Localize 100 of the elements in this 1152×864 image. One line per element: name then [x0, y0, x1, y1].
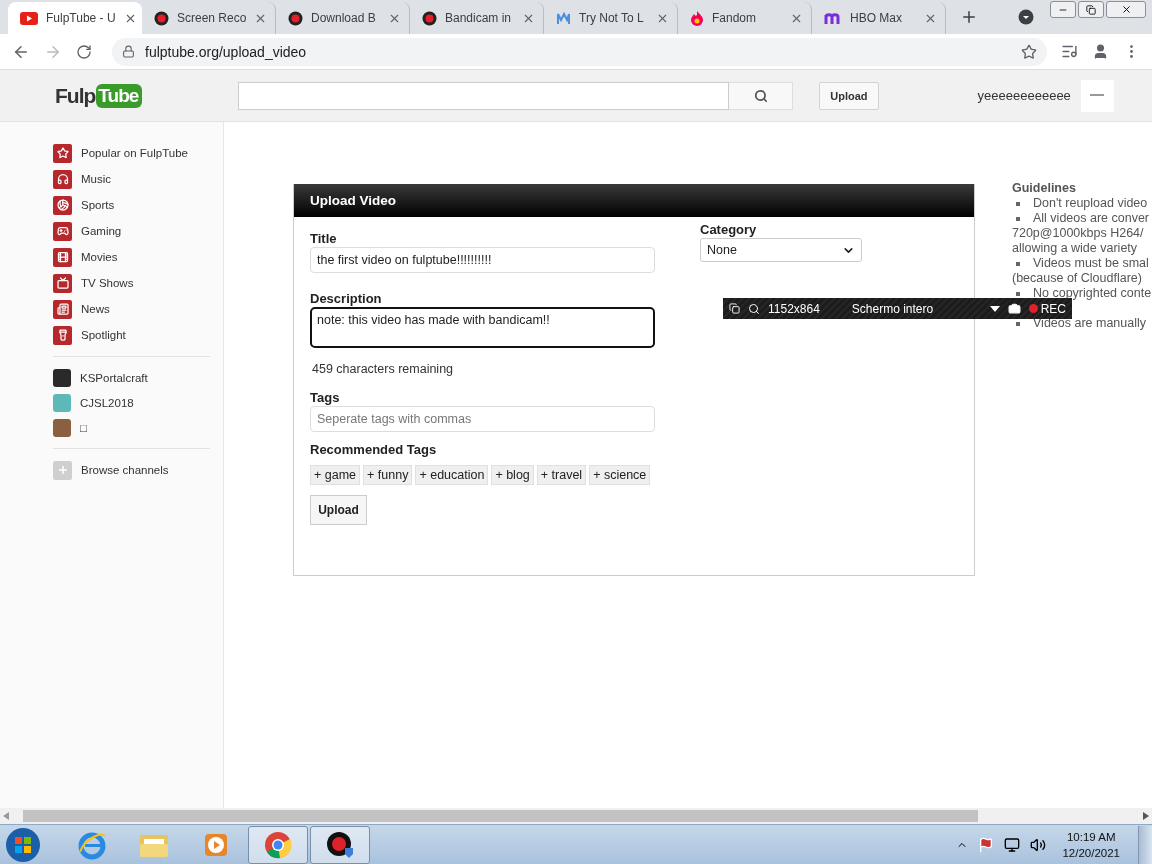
guideline-text: Don't reupload video: [1033, 196, 1148, 211]
search-icon[interactable]: [748, 302, 760, 315]
scroll-left-icon[interactable]: [3, 812, 9, 820]
tab-title: Screen Reco: [177, 11, 247, 25]
tab-title: Download B: [311, 11, 377, 25]
upload-button[interactable]: Upload: [819, 81, 879, 110]
newspaper-icon: [53, 299, 72, 319]
bullet-icon: [1016, 261, 1020, 266]
sidebar-item[interactable]: Sports: [53, 192, 223, 218]
address-bar[interactable]: fulptube.org/upload_video: [112, 37, 1047, 66]
browser-tab[interactable]: Screen Reco: [142, 2, 276, 34]
star-icon[interactable]: [1021, 43, 1037, 60]
browser-tab[interactable]: Bandicam in: [410, 2, 544, 34]
gamepad-icon: [53, 221, 72, 241]
flashlight-icon: [53, 325, 72, 345]
channel-item[interactable]: □: [53, 415, 223, 440]
sidebar-item[interactable]: Movies: [53, 244, 223, 270]
search-field[interactable]: [238, 81, 730, 110]
guideline-text: allowing a wide variety: [1012, 241, 1138, 256]
channel-item[interactable]: CJSL2018: [53, 390, 223, 415]
description-field[interactable]: note: this video has made with bandicam!!: [310, 307, 655, 348]
new-tab-icon[interactable]: [960, 8, 978, 26]
tags-field[interactable]: Seperate tags with commas: [310, 406, 655, 432]
close-icon: [1120, 4, 1132, 15]
browser-tab[interactable]: Try Not To L: [544, 2, 678, 34]
play-icon: [20, 11, 38, 25]
sidebar-item[interactable]: Gaming: [53, 218, 223, 244]
arches-icon: [824, 11, 842, 25]
tag-chip[interactable]: + game: [310, 465, 361, 485]
tag-chip[interactable]: + travel: [536, 465, 587, 485]
flame-icon: [690, 10, 704, 26]
browser-tab[interactable]: HBO Max: [812, 2, 946, 34]
bullet-icon: [1016, 201, 1020, 206]
browser-tab[interactable]: FulpTube - U: [8, 2, 142, 34]
username[interactable]: yeeeeeeeeeeee: [977, 88, 1071, 103]
flag-icon[interactable]: [978, 836, 995, 853]
record-button[interactable]: REC: [1028, 301, 1066, 316]
chrome-icon: [263, 829, 293, 860]
guidelines-heading: Guidelines: [1012, 181, 1077, 196]
tab-title: Bandicam in: [445, 11, 513, 25]
tab-title: FulpTube - U: [46, 11, 116, 25]
wave-icon: [556, 10, 571, 26]
network-icon[interactable]: [1004, 836, 1021, 853]
record-icon: [154, 10, 169, 26]
profile-icon[interactable]: [1092, 43, 1109, 60]
record-dot-icon: [1028, 304, 1038, 313]
field-label: Category: [700, 222, 758, 237]
title-field[interactable]: the first video on fulptube!!!!!!!!!!: [310, 247, 655, 273]
tab-title: Fandom: [712, 11, 758, 25]
headphones-icon: [53, 169, 72, 189]
guideline-text: (because of Cloudflare): [1012, 271, 1142, 286]
scroll-right-icon[interactable]: [1143, 812, 1149, 820]
bullet-icon: [1016, 321, 1020, 326]
panel-heading: Upload Video: [294, 184, 974, 217]
sidebar-item[interactable]: Music: [53, 166, 223, 192]
browse-channels-link[interactable]: Browse channels: [53, 457, 223, 483]
search-icon: [753, 88, 768, 103]
guideline-text: No copyrighted conte: [1033, 286, 1152, 301]
camera-icon[interactable]: [1007, 302, 1021, 315]
section-label: Recommended Tags: [310, 442, 438, 457]
tag-chip[interactable]: + blog: [491, 465, 534, 485]
field-label: Tags: [310, 390, 341, 405]
film-reel-icon: [53, 247, 72, 267]
windows-icon[interactable]: [729, 303, 740, 314]
browser-tab[interactable]: Fandom: [678, 2, 812, 34]
bullet-icon: [1016, 216, 1020, 221]
upload-button[interactable]: Upload: [310, 495, 367, 525]
tag-chip[interactable]: + funny: [363, 465, 413, 485]
restore-icon: [1086, 4, 1096, 15]
start-button[interactable]: [4, 825, 42, 864]
search-button[interactable]: [729, 81, 794, 110]
sidebar-item[interactable]: TV Shows: [53, 270, 223, 296]
taskbar-app[interactable]: [310, 825, 370, 864]
clock[interactable]: 10:19 AM 12/20/2021: [1062, 828, 1120, 861]
channel-item[interactable]: KSPortalcraft: [53, 365, 223, 390]
tab-title: HBO Max: [850, 11, 903, 25]
maximize-button[interactable]: [1078, 1, 1104, 18]
avatar[interactable]: [1080, 79, 1114, 112]
guideline-text: Videos must be smal: [1033, 256, 1149, 271]
dropdown-icon[interactable]: [989, 305, 1000, 312]
mode-text: Schermo intero: [851, 301, 934, 316]
tab-search-icon[interactable]: [1018, 9, 1034, 25]
site-logo[interactable]: FulpTube: [55, 81, 143, 110]
record-icon: [325, 829, 355, 860]
horizontal-scrollbar[interactable]: [0, 808, 1152, 824]
reload-icon[interactable]: [76, 43, 92, 60]
sidebar-item[interactable]: Popular on FulpTube: [53, 140, 223, 166]
category-select[interactable]: None: [700, 238, 862, 262]
browser-tab[interactable]: Download B: [276, 2, 410, 34]
tag-chip[interactable]: + education: [415, 465, 489, 485]
record-icon: [288, 10, 303, 26]
sidebar-item[interactable]: Spotlight: [53, 322, 223, 348]
url-text: fulptube.org/upload_video: [145, 43, 308, 60]
plus-icon: [53, 460, 72, 480]
sidebar-item[interactable]: News: [53, 296, 223, 322]
guideline-text: All videos are conver: [1033, 211, 1150, 226]
volume-icon[interactable]: [1030, 836, 1047, 853]
tab-title: Try Not To L: [579, 11, 645, 25]
tag-chip[interactable]: + science: [589, 465, 651, 485]
media-list-icon[interactable]: [1061, 43, 1078, 60]
